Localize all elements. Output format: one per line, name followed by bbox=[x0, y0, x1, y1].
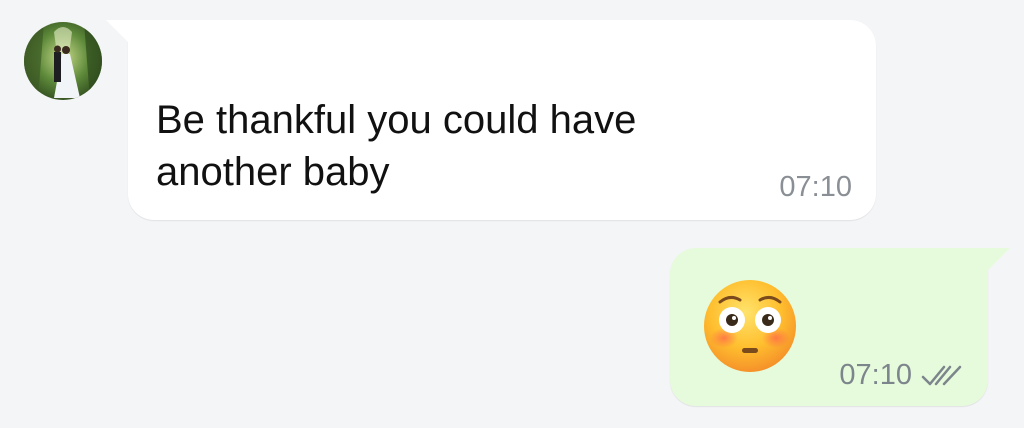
profile-photo-icon bbox=[24, 22, 102, 100]
bubble-tail bbox=[106, 20, 128, 42]
double-check-icon bbox=[920, 363, 964, 389]
outgoing-message-bubble[interactable]: 07:10 bbox=[670, 248, 1010, 406]
sender-name bbox=[132, 26, 302, 68]
incoming-message-bubble[interactable]: Be thankful you could have another baby … bbox=[106, 20, 876, 220]
bubble-tail bbox=[988, 248, 1010, 270]
sender-avatar[interactable] bbox=[24, 22, 102, 100]
message-timestamp: 07:10 bbox=[839, 359, 912, 391]
chat-thread: Be thankful you could have another baby … bbox=[0, 0, 1024, 428]
message-text: Be thankful you could have another baby bbox=[156, 98, 637, 194]
message-timestamp: 07:10 bbox=[779, 171, 852, 203]
flushed-face-emoji bbox=[702, 278, 798, 374]
message-meta: 07:10 bbox=[839, 359, 964, 392]
